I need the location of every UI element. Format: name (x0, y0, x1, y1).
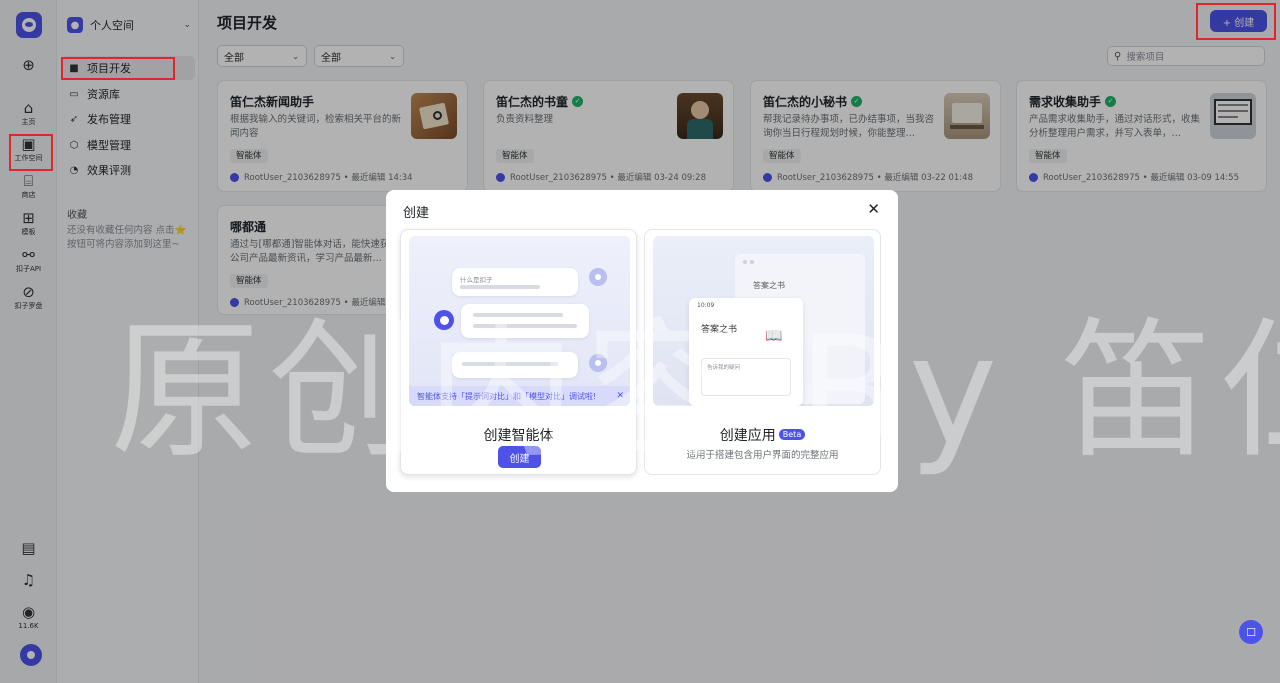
app-preview: 答案之书 10:09 答案之书 📖 告诉我的疑问 (653, 236, 874, 406)
agent-preview: 什么是扣子 智能体支持「提示词对比」和「模型对比」调试啦! ✕ (409, 236, 630, 406)
chat-help-icon[interactable]: ☐ (1239, 620, 1263, 644)
create-agent-button[interactable]: 创建 (498, 446, 541, 468)
close-icon[interactable]: ✕ (867, 200, 880, 218)
beta-badge: Beta (778, 429, 806, 440)
phone-preview: 10:09 答案之书 📖 告诉我的疑问 (689, 298, 803, 406)
create-dialog: 创建 ✕ 什么是扣子 智能体支持「提示词对比」和「模型对比」调试啦! ✕ 创建智能… (386, 190, 898, 492)
option-title: 创建智能体 (483, 428, 554, 444)
option-title: 创建应用 Beta (645, 425, 880, 445)
dialog-title: 创建 (403, 206, 430, 221)
option-subtitle: 适用于搭建包含用户界面的完整应用 (686, 450, 839, 461)
book-icon: 📖 (765, 328, 783, 344)
user-avatar-icon (589, 354, 607, 372)
feature-banner: 智能体支持「提示词对比」和「模型对比」调试啦! ✕ (409, 386, 630, 406)
create-agent-option[interactable]: 什么是扣子 智能体支持「提示词对比」和「模型对比」调试啦! ✕ 创建智能体 创建 (400, 229, 637, 475)
create-app-option[interactable]: 答案之书 10:09 答案之书 📖 告诉我的疑问 创建应用 Beta 适用于搭建包… (644, 229, 881, 475)
chat-bubble: 什么是扣子 (452, 268, 578, 296)
close-icon[interactable]: ✕ (616, 391, 624, 401)
chat-bubble (452, 352, 578, 378)
bot-avatar-icon (434, 310, 454, 330)
user-avatar-icon (589, 268, 607, 286)
chat-bubble (461, 304, 589, 338)
